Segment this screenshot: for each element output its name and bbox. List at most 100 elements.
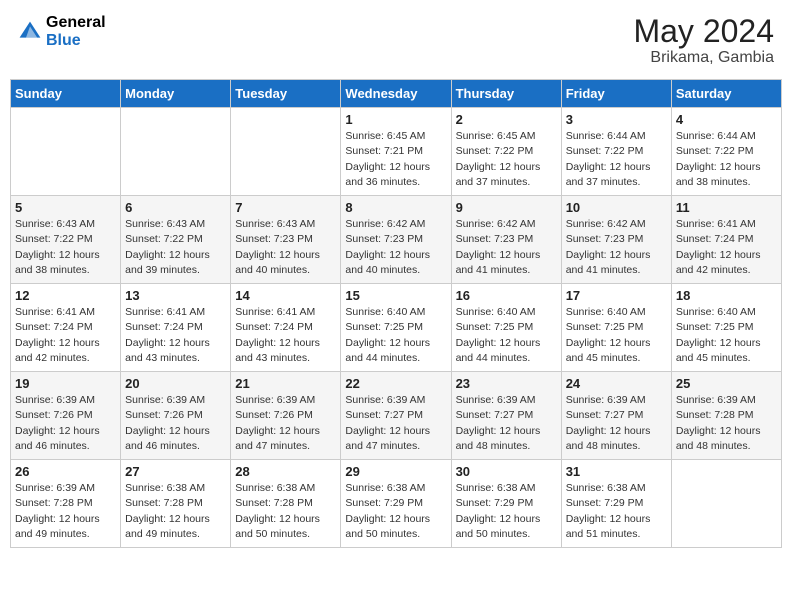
calendar-week-row: 26 Sunrise: 6:39 AM Sunset: 7:28 PM Dayli… xyxy=(11,460,782,548)
calendar-cell: 5 Sunrise: 6:43 AM Sunset: 7:22 PM Daylig… xyxy=(11,196,121,284)
day-info: Sunrise: 6:38 AM Sunset: 7:29 PM Dayligh… xyxy=(345,481,446,542)
calendar-cell: 21 Sunrise: 6:39 AM Sunset: 7:26 PM Dayli… xyxy=(231,372,341,460)
day-number: 29 xyxy=(345,464,446,479)
day-number: 4 xyxy=(676,112,777,127)
day-info: Sunrise: 6:42 AM Sunset: 7:23 PM Dayligh… xyxy=(345,217,446,278)
calendar-cell: 16 Sunrise: 6:40 AM Sunset: 7:25 PM Dayli… xyxy=(451,284,561,372)
day-info: Sunrise: 6:38 AM Sunset: 7:29 PM Dayligh… xyxy=(456,481,557,542)
weekday-header: Tuesday xyxy=(231,80,341,108)
day-number: 17 xyxy=(566,288,667,303)
calendar-cell: 15 Sunrise: 6:40 AM Sunset: 7:25 PM Dayli… xyxy=(341,284,451,372)
calendar-cell: 9Sunrise: 6:42 AM Sunset: 7:23 PM Daylig… xyxy=(451,196,561,284)
calendar-cell: 19Sunrise: 6:39 AM Sunset: 7:26 PM Dayli… xyxy=(11,372,121,460)
calendar-cell xyxy=(671,460,781,548)
day-number: 7 xyxy=(235,200,336,215)
day-info: Sunrise: 6:41 AM Sunset: 7:24 PM Dayligh… xyxy=(235,305,336,366)
calendar-cell: 12Sunrise: 6:41 AM Sunset: 7:24 PM Dayli… xyxy=(11,284,121,372)
calendar-cell xyxy=(121,108,231,196)
day-info: Sunrise: 6:39 AM Sunset: 7:26 PM Dayligh… xyxy=(235,393,336,454)
day-number: 15 xyxy=(345,288,446,303)
day-info: Sunrise: 6:40 AM Sunset: 7:25 PM Dayligh… xyxy=(345,305,446,366)
weekday-header-row: SundayMondayTuesdayWednesdayThursdayFrid… xyxy=(11,80,782,108)
calendar-cell: 4Sunrise: 6:44 AM Sunset: 7:22 PM Daylig… xyxy=(671,108,781,196)
day-number: 5 xyxy=(15,200,116,215)
calendar-week-row: 1 Sunrise: 6:45 AM Sunset: 7:21 PM Daylig… xyxy=(11,108,782,196)
calendar-cell: 17 Sunrise: 6:40 AM Sunset: 7:25 PM Dayli… xyxy=(561,284,671,372)
day-number: 18 xyxy=(676,288,777,303)
day-number: 8 xyxy=(345,200,446,215)
day-number: 16 xyxy=(456,288,557,303)
page-header: General Blue May 2024 Brikama, Gambia xyxy=(10,10,782,71)
day-info: Sunrise: 6:45 AM Sunset: 7:21 PM Dayligh… xyxy=(345,129,446,190)
calendar-cell: 20Sunrise: 6:39 AM Sunset: 7:26 PM Dayli… xyxy=(121,372,231,460)
day-number: 28 xyxy=(235,464,336,479)
weekday-header: Thursday xyxy=(451,80,561,108)
day-number: 3 xyxy=(566,112,667,127)
calendar-week-row: 12Sunrise: 6:41 AM Sunset: 7:24 PM Dayli… xyxy=(11,284,782,372)
calendar-cell: 14 Sunrise: 6:41 AM Sunset: 7:24 PM Dayli… xyxy=(231,284,341,372)
day-number: 24 xyxy=(566,376,667,391)
day-info: Sunrise: 6:43 AM Sunset: 7:23 PM Dayligh… xyxy=(235,217,336,278)
day-info: Sunrise: 6:41 AM Sunset: 7:24 PM Dayligh… xyxy=(125,305,226,366)
day-number: 26 xyxy=(15,464,116,479)
calendar-cell: 2 Sunrise: 6:45 AM Sunset: 7:22 PM Daylig… xyxy=(451,108,561,196)
calendar-week-row: 19Sunrise: 6:39 AM Sunset: 7:26 PM Dayli… xyxy=(11,372,782,460)
day-info: Sunrise: 6:39 AM Sunset: 7:27 PM Dayligh… xyxy=(566,393,667,454)
logo-general: General xyxy=(46,14,106,32)
weekday-header: Wednesday xyxy=(341,80,451,108)
day-number: 31 xyxy=(566,464,667,479)
day-number: 27 xyxy=(125,464,226,479)
day-info: Sunrise: 6:39 AM Sunset: 7:27 PM Dayligh… xyxy=(456,393,557,454)
day-info: Sunrise: 6:39 AM Sunset: 7:26 PM Dayligh… xyxy=(125,393,226,454)
day-number: 21 xyxy=(235,376,336,391)
calendar-cell: 6 Sunrise: 6:43 AM Sunset: 7:22 PM Daylig… xyxy=(121,196,231,284)
calendar-cell: 26 Sunrise: 6:39 AM Sunset: 7:28 PM Dayli… xyxy=(11,460,121,548)
day-number: 2 xyxy=(456,112,557,127)
calendar-cell xyxy=(11,108,121,196)
day-number: 22 xyxy=(345,376,446,391)
calendar-cell xyxy=(231,108,341,196)
logo: General Blue xyxy=(18,14,106,51)
calendar-cell: 22Sunrise: 6:39 AM Sunset: 7:27 PM Dayli… xyxy=(341,372,451,460)
day-info: Sunrise: 6:39 AM Sunset: 7:28 PM Dayligh… xyxy=(676,393,777,454)
weekday-header: Sunday xyxy=(11,80,121,108)
title-block: May 2024 Brikama, Gambia xyxy=(633,14,774,67)
day-number: 13 xyxy=(125,288,226,303)
calendar-cell: 30 Sunrise: 6:38 AM Sunset: 7:29 PM Dayli… xyxy=(451,460,561,548)
calendar-cell: 28 Sunrise: 6:38 AM Sunset: 7:28 PM Dayli… xyxy=(231,460,341,548)
day-info: Sunrise: 6:42 AM Sunset: 7:23 PM Dayligh… xyxy=(456,217,557,278)
day-number: 11 xyxy=(676,200,777,215)
calendar-cell: 23Sunrise: 6:39 AM Sunset: 7:27 PM Dayli… xyxy=(451,372,561,460)
calendar-cell: 24 Sunrise: 6:39 AM Sunset: 7:27 PM Dayli… xyxy=(561,372,671,460)
day-number: 30 xyxy=(456,464,557,479)
calendar-cell: 11 Sunrise: 6:41 AM Sunset: 7:24 PM Dayli… xyxy=(671,196,781,284)
calendar-cell: 7 Sunrise: 6:43 AM Sunset: 7:23 PM Daylig… xyxy=(231,196,341,284)
day-info: Sunrise: 6:43 AM Sunset: 7:22 PM Dayligh… xyxy=(15,217,116,278)
day-info: Sunrise: 6:41 AM Sunset: 7:24 PM Dayligh… xyxy=(15,305,116,366)
day-number: 6 xyxy=(125,200,226,215)
location-title: Brikama, Gambia xyxy=(633,49,774,67)
day-info: Sunrise: 6:45 AM Sunset: 7:22 PM Dayligh… xyxy=(456,129,557,190)
day-info: Sunrise: 6:44 AM Sunset: 7:22 PM Dayligh… xyxy=(566,129,667,190)
day-number: 1 xyxy=(345,112,446,127)
weekday-header: Friday xyxy=(561,80,671,108)
day-info: Sunrise: 6:43 AM Sunset: 7:22 PM Dayligh… xyxy=(125,217,226,278)
calendar-cell: 25 Sunrise: 6:39 AM Sunset: 7:28 PM Dayli… xyxy=(671,372,781,460)
day-info: Sunrise: 6:42 AM Sunset: 7:23 PM Dayligh… xyxy=(566,217,667,278)
day-info: Sunrise: 6:41 AM Sunset: 7:24 PM Dayligh… xyxy=(676,217,777,278)
calendar-cell: 8 Sunrise: 6:42 AM Sunset: 7:23 PM Daylig… xyxy=(341,196,451,284)
calendar-cell: 18Sunrise: 6:40 AM Sunset: 7:25 PM Dayli… xyxy=(671,284,781,372)
day-number: 25 xyxy=(676,376,777,391)
day-info: Sunrise: 6:39 AM Sunset: 7:28 PM Dayligh… xyxy=(15,481,116,542)
month-title: May 2024 xyxy=(633,14,774,49)
day-info: Sunrise: 6:38 AM Sunset: 7:28 PM Dayligh… xyxy=(235,481,336,542)
calendar-cell: 31Sunrise: 6:38 AM Sunset: 7:29 PM Dayli… xyxy=(561,460,671,548)
weekday-header: Saturday xyxy=(671,80,781,108)
day-number: 14 xyxy=(235,288,336,303)
day-info: Sunrise: 6:40 AM Sunset: 7:25 PM Dayligh… xyxy=(456,305,557,366)
day-info: Sunrise: 6:40 AM Sunset: 7:25 PM Dayligh… xyxy=(566,305,667,366)
calendar-cell: 29 Sunrise: 6:38 AM Sunset: 7:29 PM Dayli… xyxy=(341,460,451,548)
day-info: Sunrise: 6:38 AM Sunset: 7:28 PM Dayligh… xyxy=(125,481,226,542)
day-number: 10 xyxy=(566,200,667,215)
calendar-cell: 10 Sunrise: 6:42 AM Sunset: 7:23 PM Dayli… xyxy=(561,196,671,284)
